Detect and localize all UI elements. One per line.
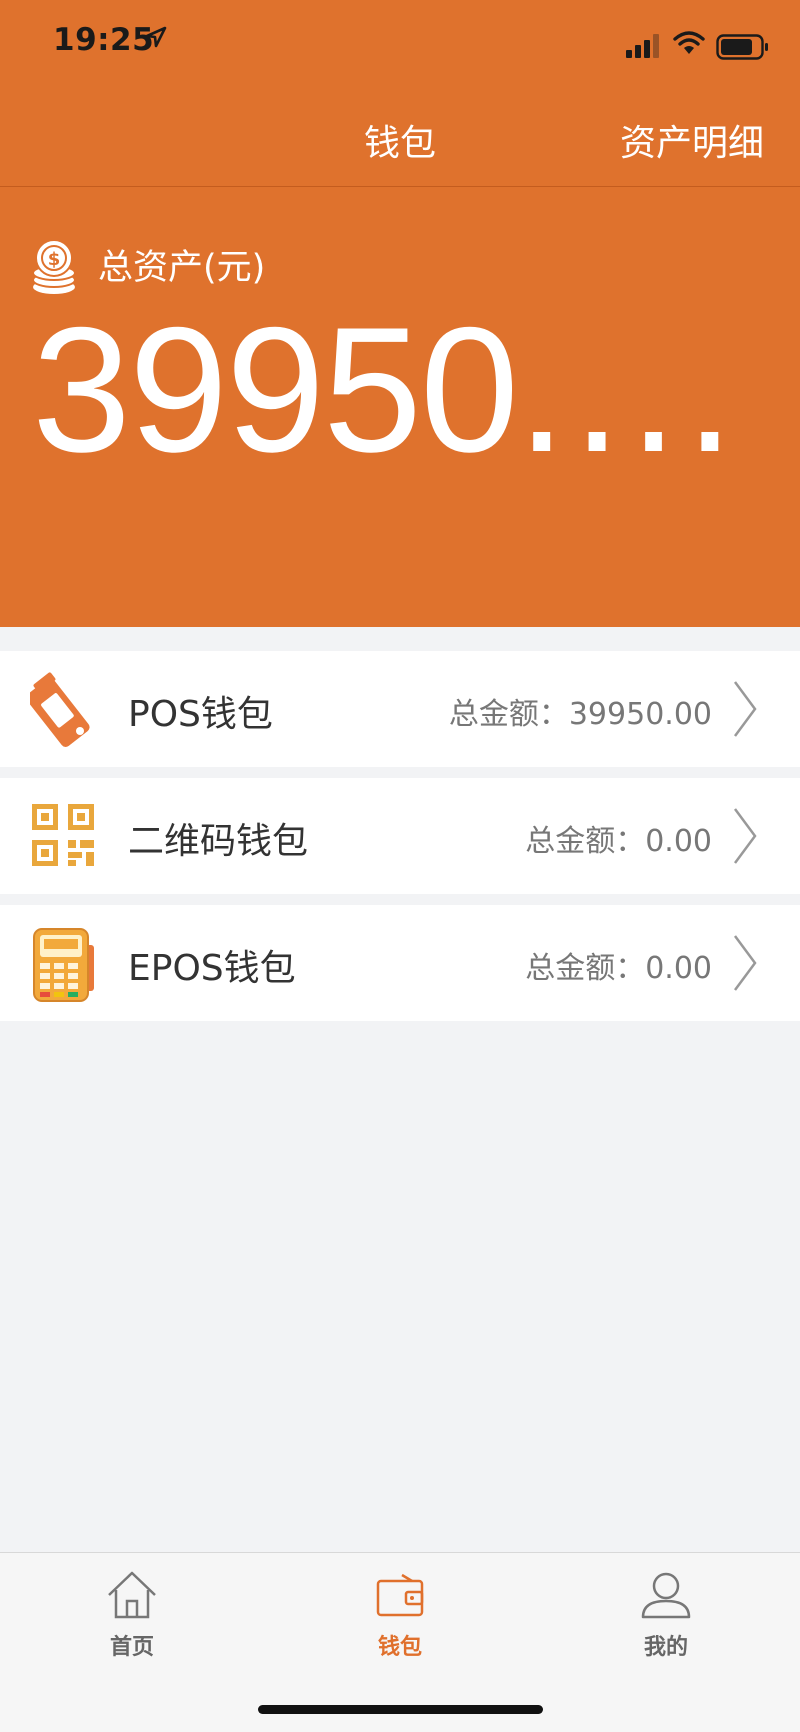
user-icon xyxy=(641,1572,691,1619)
tab-me[interactable]: 我的 xyxy=(596,1567,736,1661)
total-assets-label: 总资产(元) xyxy=(98,248,266,288)
card-reader-icon xyxy=(33,928,94,1002)
wallet-row-qrcode[interactable]: 二维码钱包 总金额：0.00 xyxy=(0,778,800,894)
cellular-signal-icon xyxy=(626,34,659,58)
wifi-icon xyxy=(673,31,705,54)
tab-label: 首页 xyxy=(109,1635,154,1660)
tab-home[interactable]: 首页 xyxy=(62,1567,202,1661)
wallet-name: 二维码钱包 xyxy=(128,821,309,862)
svg-text:$: $ xyxy=(48,249,61,270)
pos-terminal-icon xyxy=(30,672,90,747)
wallet-amount: 总金额：0.00 xyxy=(525,951,712,986)
wallet-name: EPOS钱包 xyxy=(128,948,296,989)
battery-icon xyxy=(716,34,768,60)
tab-label: 我的 xyxy=(643,1635,688,1660)
nav-bar: 钱包 资产明细 xyxy=(0,90,800,187)
wallet-icon xyxy=(376,1573,424,1617)
home-icon xyxy=(108,1571,156,1619)
header-banner: 19:25 钱包 资产明细 $ 总资产(元) 39950.… xyxy=(0,0,800,627)
wallet-amount: 总金额：39950.00 xyxy=(448,697,712,732)
chevron-right-icon xyxy=(733,808,757,864)
chevron-right-icon xyxy=(733,935,757,991)
status-time: 19:25 xyxy=(53,22,155,58)
wallet-name: POS钱包 xyxy=(128,694,273,735)
wallet-row-pos[interactable]: POS钱包 总金额：39950.00 xyxy=(0,651,800,767)
total-assets-value: 39950.… xyxy=(32,290,742,489)
wallet-row-epos[interactable]: EPOS钱包 总金额：0.00 xyxy=(0,905,800,1021)
status-bar: 19:25 xyxy=(0,0,800,90)
chevron-right-icon xyxy=(733,681,757,737)
tab-label: 钱包 xyxy=(377,1635,422,1660)
coin-stack-icon: $ xyxy=(32,239,76,294)
location-arrow-icon xyxy=(145,26,167,48)
wallet-amount: 总金额：0.00 xyxy=(525,824,712,859)
qr-code-icon xyxy=(32,804,94,866)
asset-details-link[interactable]: 资产明细 xyxy=(620,114,764,166)
tab-wallet[interactable]: 钱包 xyxy=(330,1567,470,1661)
home-indicator xyxy=(258,1705,543,1714)
